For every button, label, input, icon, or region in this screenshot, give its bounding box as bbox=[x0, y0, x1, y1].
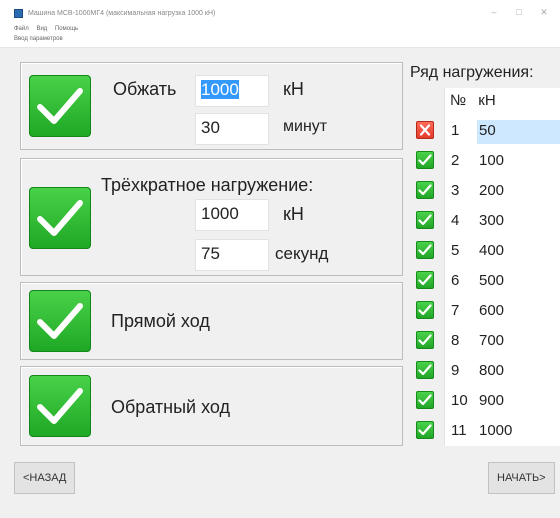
row-ok-check-icon[interactable] bbox=[416, 181, 434, 199]
row-ok-check-icon[interactable] bbox=[416, 331, 434, 349]
series-row-value[interactable]: 700 bbox=[477, 330, 560, 354]
header-num: № bbox=[450, 92, 467, 109]
app-icon bbox=[14, 8, 23, 18]
row-ok-check-icon[interactable] bbox=[416, 421, 434, 439]
row-ok-check-icon[interactable] bbox=[416, 271, 434, 289]
compress-force-unit: кН bbox=[283, 79, 304, 99]
triple-force-unit: кН bbox=[283, 204, 304, 224]
series-row[interactable]: 11 1000 bbox=[445, 418, 560, 444]
header-unit: кН bbox=[478, 92, 496, 109]
menu-help[interactable]: Помощь bbox=[55, 26, 78, 32]
series-row-number: 8 bbox=[451, 332, 460, 349]
loading-series-title: Ряд нагружения: bbox=[410, 64, 534, 81]
compress-time-input[interactable]: 30 bbox=[195, 113, 269, 145]
series-row[interactable]: 3 200 bbox=[445, 178, 560, 204]
series-row[interactable]: 2 100 bbox=[445, 148, 560, 174]
series-row[interactable]: 5 400 bbox=[445, 238, 560, 264]
row-ok-check-icon[interactable] bbox=[416, 211, 434, 229]
series-row-number: 4 bbox=[451, 212, 460, 229]
menu-bar: Файл Вид Помощь bbox=[0, 26, 560, 36]
series-row-value[interactable]: 100 bbox=[477, 150, 560, 174]
series-row-value[interactable]: 1000 bbox=[477, 420, 560, 444]
triple-time-unit: секунд bbox=[275, 244, 329, 263]
series-row-number: 3 bbox=[451, 182, 460, 199]
compress-label: Обжать bbox=[113, 79, 177, 99]
series-row-number: 2 bbox=[451, 152, 460, 169]
triple-load-group: Трёхкратное нагружение: 1000 кН 75 секун… bbox=[20, 158, 403, 276]
series-row-value[interactable]: 200 bbox=[477, 180, 560, 204]
row-ok-check-icon[interactable] bbox=[416, 301, 434, 319]
forward-stroke-label: Прямой ход bbox=[111, 311, 210, 331]
reverse-stroke-check-icon[interactable] bbox=[29, 375, 91, 437]
series-row-value[interactable]: 600 bbox=[477, 300, 560, 324]
triple-force-input[interactable]: 1000 bbox=[195, 199, 269, 231]
compress-force-input[interactable]: 1000 bbox=[195, 75, 269, 107]
title-bar: Машина МСВ-1000МГ4 (максимальная нагрузк… bbox=[0, 0, 560, 26]
maximize-icon[interactable]: □ bbox=[513, 7, 525, 17]
series-row-value[interactable]: 500 bbox=[477, 270, 560, 294]
series-row[interactable]: 8 700 bbox=[445, 328, 560, 354]
series-row-number: 5 bbox=[451, 242, 460, 259]
window-title: Машина МСВ-1000МГ4 (максимальная нагрузк… bbox=[28, 9, 216, 17]
compress-check-icon[interactable] bbox=[29, 75, 91, 137]
menu-view[interactable]: Вид bbox=[36, 26, 47, 32]
series-row-number: 10 bbox=[451, 392, 468, 409]
forward-stroke-check-icon[interactable] bbox=[29, 290, 91, 352]
series-row-value[interactable]: 300 bbox=[477, 210, 560, 234]
series-row[interactable]: 6 500 bbox=[445, 268, 560, 294]
series-row-value[interactable]: 50 bbox=[477, 120, 560, 144]
series-row-number: 11 bbox=[451, 422, 467, 439]
row-ok-check-icon[interactable] bbox=[416, 241, 434, 259]
back-button[interactable]: <НАЗАД bbox=[14, 462, 76, 494]
reverse-stroke-label: Обратный ход bbox=[111, 397, 231, 417]
compress-time-unit: минут bbox=[283, 118, 328, 135]
series-row[interactable]: 1 50 bbox=[445, 118, 560, 144]
triple-load-check-icon[interactable] bbox=[29, 187, 91, 249]
series-row-value[interactable]: 800 bbox=[477, 360, 560, 384]
minimize-icon[interactable]: – bbox=[488, 7, 500, 17]
series-row-number: 6 bbox=[451, 272, 460, 289]
row-error-cross-icon[interactable] bbox=[416, 121, 434, 139]
series-row-value[interactable]: 400 bbox=[477, 240, 560, 264]
submenu-params[interactable]: Ввод параметров bbox=[0, 36, 560, 48]
triple-time-input[interactable]: 75 bbox=[195, 239, 269, 271]
list-header: № кН bbox=[450, 92, 504, 109]
series-row-number: 7 bbox=[451, 302, 460, 319]
triple-load-label: Трёхкратное нагружение: bbox=[101, 175, 314, 195]
series-row[interactable]: 10 900 bbox=[445, 388, 560, 414]
row-ok-check-icon[interactable] bbox=[416, 361, 434, 379]
series-row[interactable]: 4 300 bbox=[445, 208, 560, 234]
loading-series-list[interactable]: № кН 1 50 2 100 3 200 4 300 5 400 6 500 7 600 8 700 9 800… bbox=[444, 88, 560, 446]
start-button[interactable]: НАЧАТЬ> bbox=[488, 462, 555, 494]
series-row-value[interactable]: 900 bbox=[477, 390, 560, 414]
forward-stroke-group: Прямой ход bbox=[20, 282, 403, 360]
series-row-number: 1 bbox=[451, 122, 460, 139]
series-row[interactable]: 7 600 bbox=[445, 298, 560, 324]
series-row-number: 9 bbox=[451, 362, 460, 379]
series-row[interactable]: 9 800 bbox=[445, 358, 560, 384]
reverse-stroke-group: Обратный ход bbox=[20, 366, 403, 446]
close-icon[interactable]: ✕ bbox=[538, 7, 550, 18]
menu-file[interactable]: Файл bbox=[14, 26, 29, 32]
row-ok-check-icon[interactable] bbox=[416, 151, 434, 169]
compress-group: Обжать 1000 кН 30 минут bbox=[20, 62, 403, 150]
row-ok-check-icon[interactable] bbox=[416, 391, 434, 409]
